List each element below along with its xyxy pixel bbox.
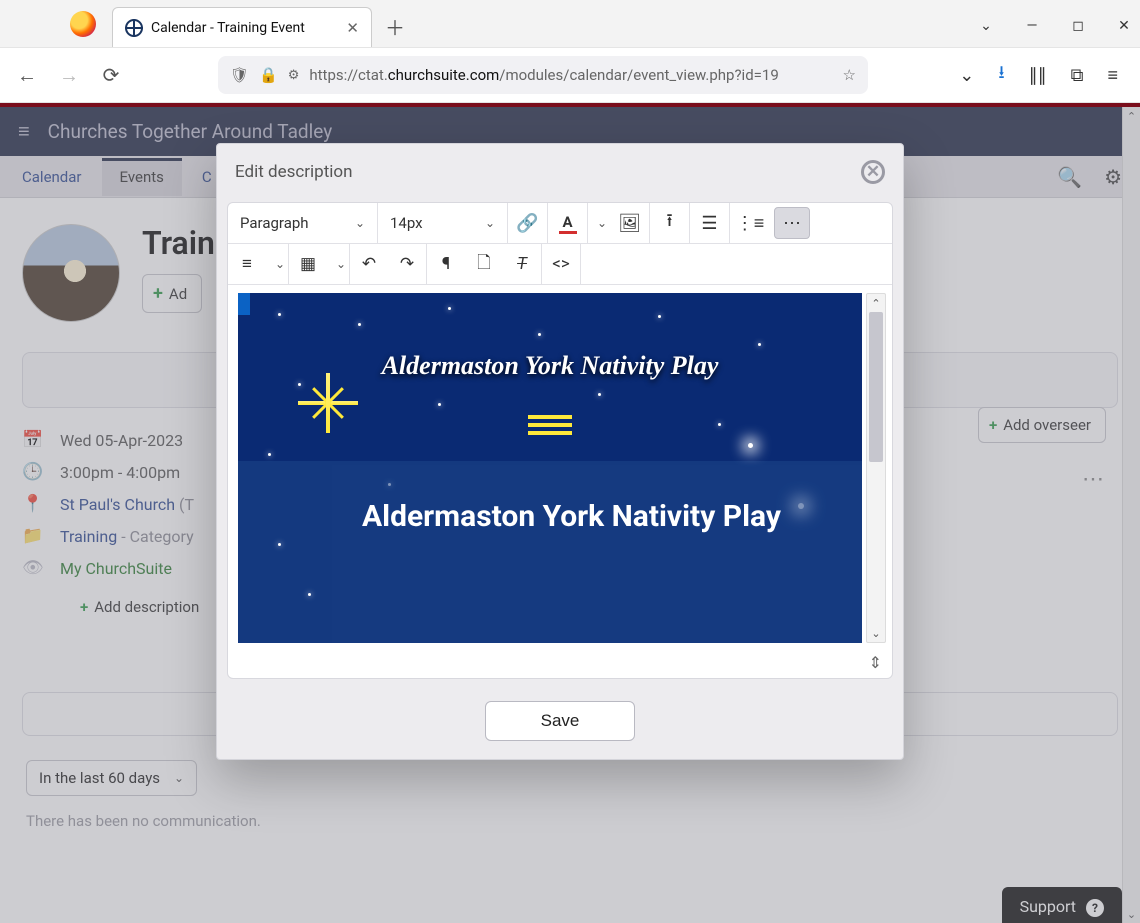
hero-title: Aldermaston York Nativity Play — [238, 351, 862, 381]
extensions-icon[interactable]: ⧉ — [1071, 65, 1084, 86]
image-resize-handle[interactable] — [238, 293, 250, 315]
downloads-icon[interactable]: ⭳ — [998, 60, 1004, 90]
clear-formatting-button[interactable]: T — [503, 244, 541, 284]
editor-scrollbar[interactable]: ⌃ ⌄ — [866, 293, 886, 643]
url-bar: ← → ⟳ 🛡 🔒 ⚙ https://ctat.churchsuite.com… — [0, 48, 1140, 103]
align-button[interactable]: ≡ — [228, 244, 266, 284]
page-button[interactable]: 🗋 — [465, 244, 503, 284]
nav-back-button[interactable]: ← — [12, 60, 42, 90]
tab-title: Calendar - Training Event — [151, 20, 346, 36]
chevron-down-icon: ⌄ — [355, 216, 365, 230]
editor-toolbar-row2: ≡ ⌄ ▦ ⌄ ↶ ↷ ¶ 🗋 T <> — [228, 244, 892, 285]
redo-button[interactable]: ↷ — [388, 244, 426, 284]
editor-toolbar-row1: Paragraph ⌄ 14px ⌄ 🔗 A ⌄ 🖼 ⭱ ☰ ⋮≡ ⋯ — [228, 203, 892, 244]
undo-button[interactable]: ↶ — [350, 244, 388, 284]
numbered-list-button[interactable]: ⋮≡ — [730, 203, 770, 243]
url-path: /modules/calendar/event_view.php?id=19 — [499, 66, 778, 84]
scroll-up-icon[interactable]: ⌃ — [867, 294, 885, 312]
edit-description-modal: Edit description ✕ Paragraph ⌄ 14px ⌄ 🔗 A … — [216, 143, 904, 760]
window-maximize-button[interactable]: ◻ — [1070, 18, 1086, 34]
link-button[interactable]: 🔗 — [508, 203, 548, 243]
scroll-down-icon[interactable]: ⌄ — [867, 624, 885, 642]
rich-text-editor: Paragraph ⌄ 14px ⌄ 🔗 A ⌄ 🖼 ⭱ ☰ ⋮≡ ⋯ ≡ — [227, 202, 893, 679]
url-host: churchsuite.com — [388, 66, 499, 84]
lock-icon: 🔒 — [259, 66, 278, 84]
tab-close-icon[interactable]: ✕ — [346, 19, 359, 37]
browser-titlebar: Calendar - Training Event ✕ ＋ ⌄ — ◻ ✕ — [0, 0, 1140, 48]
nav-reload-button[interactable]: ⟳ — [96, 60, 126, 90]
editor-resize-handle[interactable]: ⇕ — [228, 651, 892, 678]
chevron-down-icon[interactable]: ⌄ — [327, 244, 349, 284]
chevron-down-icon: ⌄ — [485, 216, 495, 230]
firefox-icon — [70, 11, 96, 37]
tab-favicon-icon — [125, 19, 143, 37]
window-close-button[interactable]: ✕ — [1116, 18, 1132, 34]
library-icon[interactable]: ∥∥ — [1029, 65, 1047, 86]
window-minimize-button[interactable]: — — [1024, 18, 1040, 34]
nav-forward-button: → — [54, 60, 84, 90]
block-format-select[interactable]: Paragraph ⌄ — [228, 203, 378, 243]
hero-sub-block: Aldermaston York Nativity Play — [332, 465, 862, 643]
table-button[interactable]: ▦ — [289, 244, 327, 284]
paragraph-marks-button[interactable]: ¶ — [427, 244, 465, 284]
editor-canvas[interactable]: Aldermaston York Nativity Play Aldermast… — [238, 293, 862, 643]
window-controls: ⌄ — ◻ ✕ — [978, 18, 1132, 34]
toolbar-more-button[interactable]: ⋯ — [774, 207, 810, 239]
block-format-value: Paragraph — [240, 214, 309, 232]
address-bar[interactable]: 🛡 🔒 ⚙ https://ctat.churchsuite.com/modul… — [218, 56, 868, 94]
permissions-icon: ⚙ — [288, 68, 300, 83]
shield-icon: 🛡 — [230, 66, 249, 84]
modal-close-button[interactable]: ✕ — [861, 160, 885, 184]
modal-title: Edit description — [235, 162, 353, 182]
url-prefix: https://ctat. — [309, 66, 387, 84]
app-menu-icon[interactable]: ≡ — [1107, 65, 1118, 86]
pocket-icon[interactable]: ⌄ — [959, 65, 974, 86]
tabs-chevron-icon[interactable]: ⌄ — [978, 18, 994, 34]
bullet-list-button[interactable]: ☰ — [690, 203, 730, 243]
browser-tab[interactable]: Calendar - Training Event ✕ — [112, 7, 372, 47]
scroll-thumb[interactable] — [869, 312, 883, 462]
star-graphic-icon — [298, 373, 358, 433]
insert-image-button[interactable]: 🖼 — [610, 203, 650, 243]
upload-button[interactable]: ⭱ — [650, 203, 690, 243]
font-size-select[interactable]: 14px ⌄ — [378, 203, 508, 243]
hero-sub-title: Aldermaston York Nativity Play — [362, 500, 832, 535]
new-tab-button[interactable]: ＋ — [378, 9, 412, 43]
star-bookmark-icon[interactable]: ☆ — [843, 66, 856, 84]
page-viewport: ≡ Churches Together Around Tadley Calend… — [0, 103, 1140, 923]
code-view-button[interactable]: <> — [542, 244, 580, 284]
text-color-button[interactable]: A — [548, 203, 588, 243]
color-chevron-icon[interactable]: ⌄ — [588, 203, 610, 243]
font-size-value: 14px — [390, 214, 423, 232]
save-button[interactable]: Save — [485, 701, 635, 741]
chevron-down-icon[interactable]: ⌄ — [266, 244, 288, 284]
divider-lines-icon — [528, 411, 572, 439]
